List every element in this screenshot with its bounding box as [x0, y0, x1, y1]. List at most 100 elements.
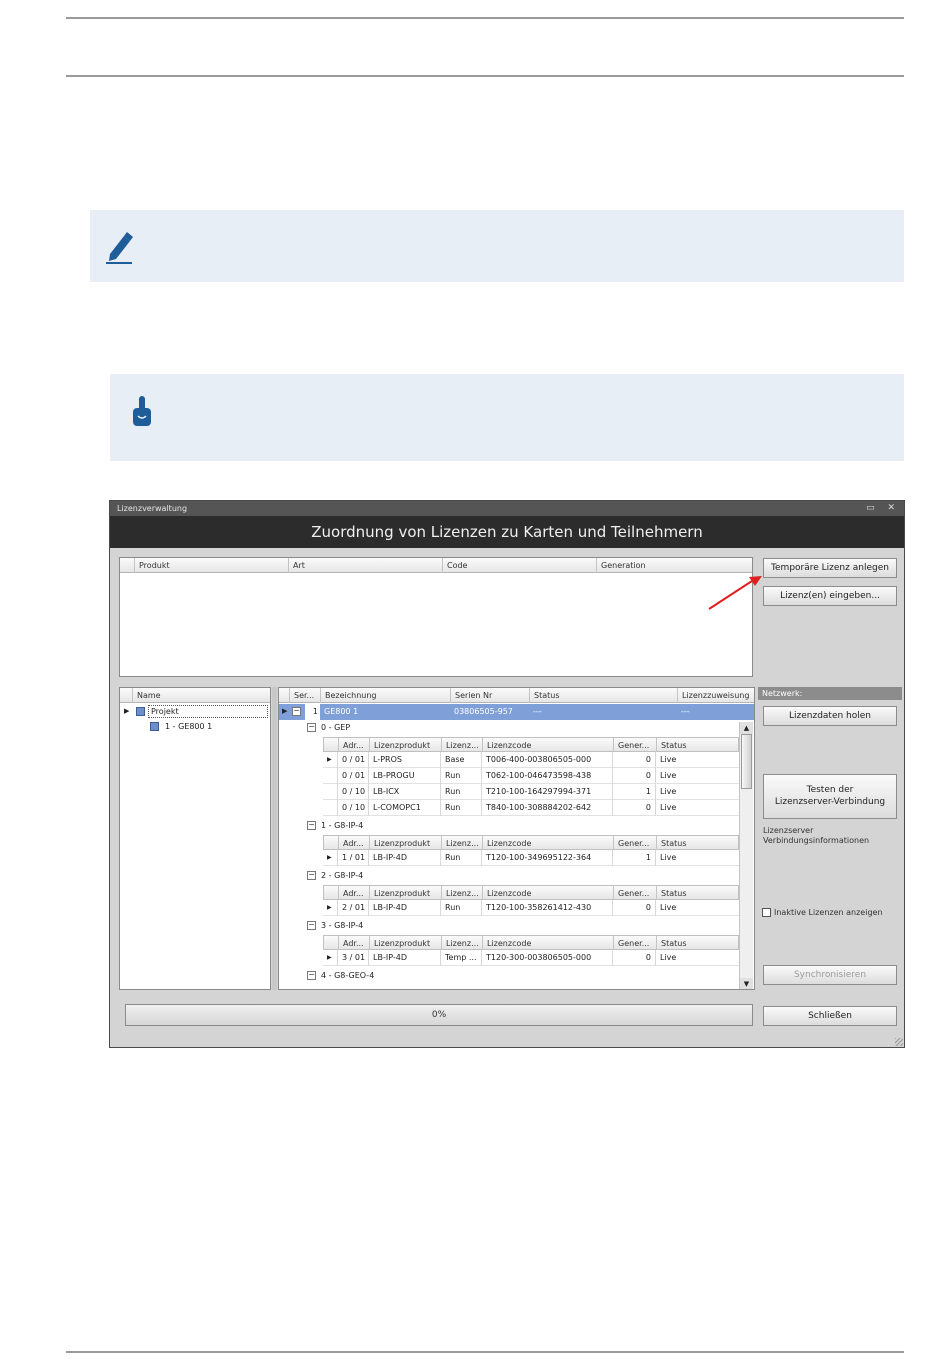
license-col-header[interactable]: Gener...: [613, 936, 656, 951]
license-col-header[interactable]: Gener...: [613, 738, 656, 753]
license-col-header[interactable]: Gener...: [613, 886, 656, 901]
group-title-label: 0 - GEP: [321, 723, 351, 732]
device-row-selected[interactable]: ▶ − 1 GE800 1 03806505-957 --- ---: [279, 704, 754, 720]
license-col-header[interactable]: Lizenzcode: [482, 836, 613, 851]
license-col-header[interactable]: Lizenzprodukt: [369, 836, 441, 851]
collapse-icon[interactable]: −: [307, 871, 316, 880]
license-cell: 0 / 10: [337, 800, 368, 816]
license-col-header[interactable]: Adr...: [338, 886, 369, 901]
license-cell: 0: [612, 800, 655, 816]
checkbox-box[interactable]: [762, 908, 771, 917]
license-col-header[interactable]: Lizenz...: [441, 886, 482, 901]
row-pointer-icon: ▶: [327, 904, 332, 911]
collapse-icon[interactable]: −: [307, 921, 316, 930]
license-col-header[interactable]: Status: [656, 738, 736, 753]
collapse-icon[interactable]: −: [307, 821, 316, 830]
license-cell: Run: [440, 768, 481, 784]
license-group-title[interactable]: −2 - G8-IP-4: [307, 869, 363, 883]
temp-license-button[interactable]: Temporäre Lizenz anlegen: [763, 558, 897, 578]
window-controls[interactable]: ▭ ✕: [866, 501, 900, 516]
row-selector: [323, 800, 337, 816]
license-row[interactable]: ▶ 2 / 01 LB-IP-4D Run T120-100-358261412-430…: [323, 900, 739, 916]
collapse-icon[interactable]: −: [307, 723, 316, 732]
license-cell: Run: [440, 800, 481, 816]
col-produkt[interactable]: Produkt: [134, 558, 288, 573]
col-name[interactable]: Name: [132, 688, 272, 703]
license-cell: LB-IP-4D: [368, 850, 440, 866]
license-col-header[interactable]: Adr...: [338, 836, 369, 851]
product-grid[interactable]: Produkt Art Code Generation: [119, 557, 753, 677]
test-connection-line2: Lizenzserver-Verbindung: [774, 797, 886, 807]
license-cell: T120-100-349695122-364: [481, 850, 612, 866]
col-bezeichnung[interactable]: Bezeichnung: [320, 688, 450, 703]
col-ser[interactable]: Ser...: [289, 688, 320, 703]
synchronize-button[interactable]: Synchronisieren: [763, 965, 897, 985]
license-col-header[interactable]: Lizenz...: [441, 836, 482, 851]
collapse-icon[interactable]: −: [307, 971, 316, 980]
license-cell: Live: [655, 900, 735, 916]
cell-ser: 1: [305, 704, 320, 720]
license-col-header[interactable]: Lizenz...: [441, 738, 482, 753]
scroll-thumb[interactable]: [741, 734, 752, 789]
license-group-title[interactable]: −0 - GEP: [307, 721, 350, 735]
col-zuweisung[interactable]: Lizenzzuweisung: [677, 688, 754, 703]
license-col-header[interactable]: Adr...: [338, 738, 369, 753]
license-row[interactable]: ▶ 1 / 01 LB-IP-4D Run T120-100-349695122-364…: [323, 850, 739, 866]
license-cell: Live: [655, 784, 735, 800]
license-cell: T840-100-308884202-642: [481, 800, 612, 816]
license-cell: 0: [612, 768, 655, 784]
inactive-licenses-checkbox[interactable]: Inaktive Lizenzen anzeigen: [762, 907, 883, 919]
col-status[interactable]: Status: [529, 688, 677, 703]
license-cell: Live: [655, 850, 735, 866]
license-col-header[interactable]: Status: [656, 886, 736, 901]
license-group-title[interactable]: −4 - G8-GEO-4: [307, 969, 374, 983]
group-title-label: 4 - G8-GEO-4: [321, 971, 375, 980]
vertical-scrollbar[interactable]: ▲ ▼: [739, 722, 753, 989]
license-col-header[interactable]: Lizenz...: [441, 936, 482, 951]
connection-info-line2: Verbindungsinformationen: [763, 836, 870, 845]
col-generation[interactable]: Generation: [596, 558, 752, 573]
license-col-header[interactable]: Lizenzcode: [482, 936, 613, 951]
license-col-header[interactable]: Status: [656, 836, 736, 851]
license-col-header[interactable]: Lizenzcode: [482, 886, 613, 901]
col-serien-nr[interactable]: Serien Nr: [450, 688, 529, 703]
get-license-data-button[interactable]: Lizenzdaten holen: [763, 706, 897, 726]
cell-status: ---: [533, 707, 542, 716]
splitter-handle[interactable]: [272, 687, 277, 990]
resize-grip-icon[interactable]: [895, 1038, 903, 1046]
cell-bezeichnung: GE800 1: [324, 707, 359, 716]
license-row[interactable]: 0 / 10 LB-ICX Run T210-100-164297994-371 1 Li…: [323, 784, 739, 800]
license-cell: T210-100-164297994-371: [481, 784, 612, 800]
license-row[interactable]: ▶ 0 / 01 L-PROS Base T006-400-003806505-000 0…: [323, 752, 739, 768]
license-row[interactable]: 0 / 01 LB-PROGU Run T062-100-046473598-438 0…: [323, 768, 739, 784]
license-col-header[interactable]: Adr...: [338, 936, 369, 951]
project-tree[interactable]: Name ▶ Projekt 1 - GE800 1: [119, 687, 271, 990]
test-connection-button[interactable]: Testen der Lizenzserver-Verbindung: [763, 774, 897, 819]
col-art[interactable]: Art: [288, 558, 442, 573]
cell-zuweisung: ---: [681, 707, 690, 716]
tree-row-root[interactable]: ▶ Projekt: [120, 704, 270, 719]
license-cell: Live: [655, 752, 735, 768]
license-group-title[interactable]: −3 - G8-IP-4: [307, 919, 363, 933]
license-col-header[interactable]: Lizenzcode: [482, 738, 613, 753]
license-row[interactable]: ▶ 3 / 01 LB-IP-4D Temp ... T120-300-00380650…: [323, 950, 739, 966]
license-group-title[interactable]: −1 - G8-IP-4: [307, 819, 363, 833]
header-rule-bottom: [66, 75, 904, 77]
license-row[interactable]: 0 / 10 L-COMOPC1 Run T840-100-308884202-642…: [323, 800, 739, 816]
license-col-header[interactable]: Lizenzprodukt: [369, 936, 441, 951]
enter-license-button[interactable]: Lizenz(en) eingeben...: [763, 586, 897, 606]
tree-row-child[interactable]: 1 - GE800 1: [120, 719, 270, 734]
scroll-down-icon[interactable]: ▼: [740, 978, 753, 989]
license-col-header[interactable]: Lizenzprodukt: [369, 738, 441, 753]
collapse-icon[interactable]: −: [292, 707, 301, 716]
tree-header: Name: [120, 688, 270, 703]
license-col-header[interactable]: Status: [656, 936, 736, 951]
license-cell: LB-PROGU: [368, 768, 440, 784]
scroll-up-icon[interactable]: ▲: [740, 722, 753, 734]
license-col-header[interactable]: Gener...: [613, 836, 656, 851]
license-col-header[interactable]: Lizenzprodukt: [369, 886, 441, 901]
device-grid[interactable]: Ser... Bezeichnung Serien Nr Status Lize…: [278, 687, 755, 990]
license-table-header: Adr... Lizenzprodukt Lizenz... Lizenzcode Ge…: [323, 835, 739, 851]
close-button[interactable]: Schließen: [763, 1006, 897, 1026]
col-code[interactable]: Code: [442, 558, 596, 573]
